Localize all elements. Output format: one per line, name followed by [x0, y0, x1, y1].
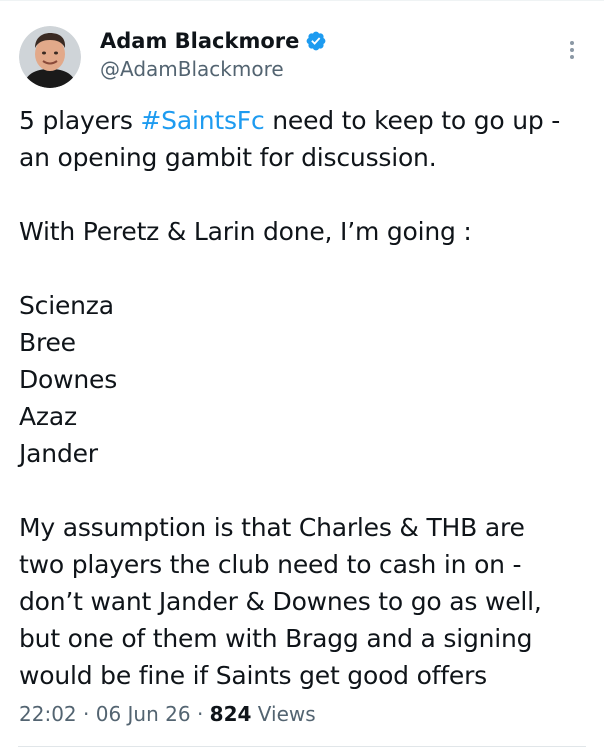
tweet-card: Adam Blackmore @AdamBlackmore 5 players …: [0, 0, 604, 750]
tweet-text: 5 players #SaintsFc need to keep to go u…: [19, 102, 589, 694]
views-count: 824: [209, 702, 252, 726]
player-name: Azaz: [19, 402, 77, 431]
top-divider: [0, 0, 604, 1]
verified-badge-icon: [305, 30, 327, 52]
avatar-photo: [19, 26, 81, 88]
meta-separator: ·: [83, 702, 90, 726]
more-vertical-icon[interactable]: [560, 38, 584, 62]
tweet-metadata: 22:02 · 06 Jun 26 · 824 Views: [19, 700, 316, 728]
tweet-line: My assumption is that Charles & THB are: [19, 513, 525, 542]
tweet-line: 5 players #SaintsFc need to keep to go u…: [19, 102, 589, 139]
bottom-divider: [18, 746, 586, 747]
tweet-date[interactable]: 06 Jun 26: [96, 702, 191, 726]
tweet-line: an opening gambit for discussion.: [19, 143, 437, 172]
player-name: Bree: [19, 328, 76, 357]
player-name: Scienza: [19, 291, 114, 320]
tweet-line: two players the club need to cash in on …: [19, 550, 522, 579]
tweet-line: but one of them with Bragg and a signing: [19, 624, 533, 653]
author-name-row[interactable]: Adam Blackmore: [100, 28, 327, 54]
author-handle[interactable]: @AdamBlackmore: [100, 56, 284, 82]
player-name: Jander: [19, 439, 98, 468]
tweet-text-segment: need to keep to go up -: [264, 106, 561, 135]
author-name[interactable]: Adam Blackmore: [100, 28, 299, 54]
tweet-time[interactable]: 22:02: [19, 702, 77, 726]
avatar[interactable]: [19, 26, 81, 88]
views-label: Views: [257, 702, 316, 726]
player-name: Downes: [19, 365, 118, 394]
tweet-line: don’t want Jander & Downes to go as well…: [19, 587, 542, 616]
hashtag-link[interactable]: #SaintsFc: [140, 106, 264, 135]
meta-separator: ·: [196, 702, 204, 726]
tweet-line: With Peretz & Larin done, I’m going :: [19, 217, 472, 246]
tweet-text-segment: 5 players: [19, 106, 141, 135]
tweet-line: would be fine if Saints get good offers: [19, 661, 487, 690]
